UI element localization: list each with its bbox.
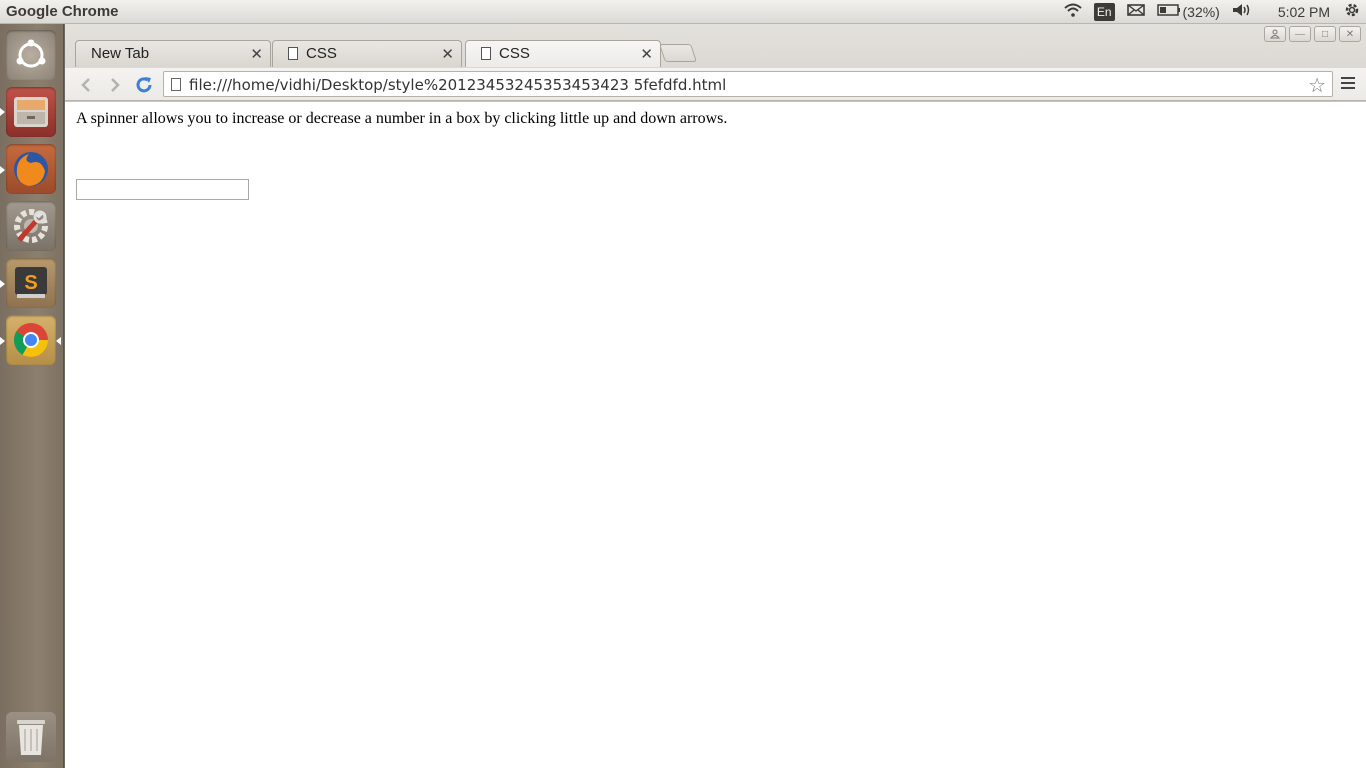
tab-strip: New Tab ✕ CSS ✕ CSS ✕ — [65, 38, 1366, 67]
back-button[interactable] — [73, 72, 99, 98]
mail-icon[interactable] — [1126, 3, 1145, 21]
battery-percentage: (32%) — [1182, 4, 1220, 20]
chrome-menu-icon[interactable] — [1341, 77, 1355, 92]
sublime-text-icon[interactable]: S — [6, 258, 56, 308]
tab-css-2[interactable]: CSS ✕ — [465, 40, 661, 67]
browser-window: — □ ✕ New Tab ✕ CSS ✕ CSS ✕ file:///home… — [64, 24, 1366, 768]
system-settings-icon[interactable] — [6, 201, 56, 251]
running-indicator — [0, 337, 5, 345]
volume-icon[interactable] — [1232, 3, 1252, 22]
close-tab-icon[interactable]: ✕ — [441, 45, 454, 63]
running-indicator — [0, 166, 5, 174]
address-url[interactable]: file:///home/vidhi/Desktop/style%2012345… — [189, 76, 726, 94]
tab-css-1[interactable]: CSS ✕ — [272, 40, 462, 67]
tab-label: CSS — [499, 45, 530, 62]
ubuntu-dash-icon[interactable] — [6, 30, 56, 80]
clock[interactable]: 5:02 PM — [1278, 4, 1330, 20]
page-icon — [481, 47, 491, 60]
chrome-icon[interactable] — [6, 315, 56, 365]
battery-icon[interactable] — [1156, 3, 1181, 21]
spinner-input[interactable] — [76, 179, 249, 200]
tab-new-tab[interactable]: New Tab ✕ — [75, 40, 271, 67]
tab-label: CSS — [306, 45, 337, 62]
close-tab-icon[interactable]: ✕ — [250, 45, 263, 63]
settings-gear-icon[interactable] — [1344, 2, 1360, 23]
launcher: S — [0, 24, 64, 768]
tab-label: New Tab — [91, 45, 150, 62]
toolbar: file:///home/vidhi/Desktop/style%2012345… — [65, 68, 1366, 101]
trash-icon[interactable] — [6, 712, 56, 762]
bookmark-star-icon[interactable]: ☆ — [1308, 73, 1326, 98]
app-title: Google Chrome — [6, 3, 119, 20]
browser-frame: — □ ✕ New Tab ✕ CSS ✕ CSS ✕ file:///home… — [65, 24, 1366, 101]
firefox-icon[interactable] — [6, 144, 56, 194]
address-bar[interactable]: file:///home/vidhi/Desktop/style%2012345… — [163, 71, 1333, 97]
close-tab-icon[interactable]: ✕ — [640, 45, 653, 63]
page-content: A spinner allows you to increase or decr… — [65, 101, 1366, 768]
page-icon — [288, 47, 298, 60]
running-indicator — [0, 280, 5, 288]
description-text: A spinner allows you to increase or decr… — [76, 110, 728, 127]
page-icon — [171, 78, 181, 91]
files-icon[interactable] — [6, 87, 56, 137]
running-indicator — [0, 108, 5, 116]
new-tab-button[interactable] — [659, 44, 697, 62]
svg-text:S: S — [24, 272, 37, 294]
top-panel: Google Chrome En (32%) 5:02 PM — [0, 0, 1366, 24]
reload-icon[interactable] — [131, 72, 157, 98]
focused-indicator — [56, 337, 61, 345]
system-tray: En (32%) 5:02 PM — [1052, 0, 1366, 24]
wifi-icon[interactable] — [1064, 3, 1082, 22]
keyboard-layout-indicator[interactable]: En — [1093, 3, 1115, 21]
forward-button[interactable] — [102, 72, 128, 98]
